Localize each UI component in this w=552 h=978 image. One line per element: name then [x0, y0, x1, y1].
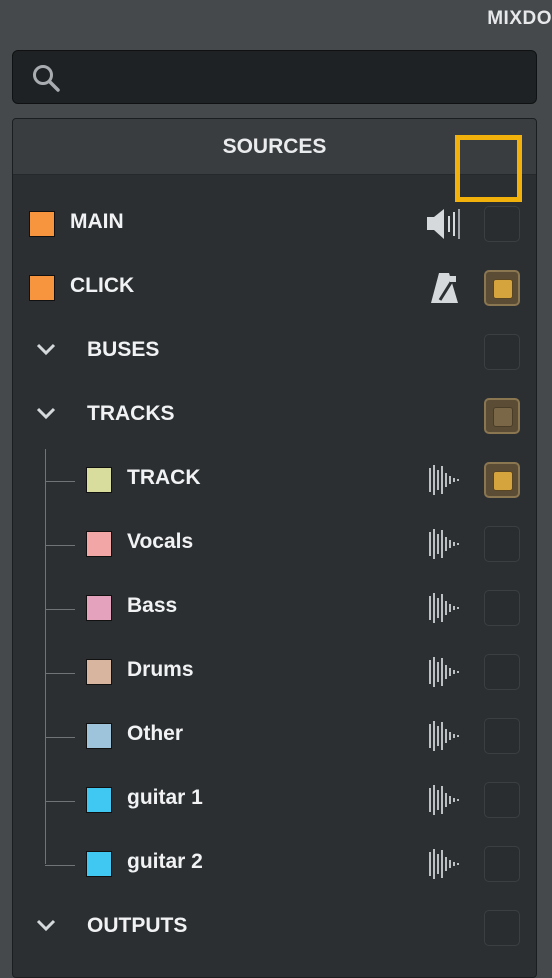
color-swatch — [86, 851, 112, 877]
track-checkbox[interactable] — [484, 462, 520, 498]
track-checkbox[interactable] — [484, 782, 520, 818]
focus-highlight — [455, 135, 522, 202]
color-swatch — [86, 531, 112, 557]
group-row-outputs[interactable]: OUTPUTS — [13, 896, 536, 960]
track-checkbox[interactable] — [484, 718, 520, 754]
sources-panel: SOURCES MAIN CLICK BUSES TRACKS TRACK Vo… — [12, 118, 537, 978]
waveform-icon — [429, 721, 459, 751]
track-label: Drums — [127, 658, 194, 681]
color-swatch — [86, 467, 112, 493]
waveform-icon — [429, 657, 459, 687]
track-row[interactable]: Vocals — [13, 512, 536, 576]
track-checkbox[interactable] — [484, 846, 520, 882]
tracks-checkbox[interactable] — [484, 398, 520, 434]
group-label: BUSES — [87, 338, 160, 361]
panel-title: SOURCES — [222, 134, 327, 158]
color-swatch — [86, 723, 112, 749]
checkbox-fill — [493, 407, 513, 427]
search-icon — [33, 65, 60, 92]
track-label: guitar 1 — [127, 786, 203, 809]
group-row-tracks[interactable]: TRACKS — [13, 384, 536, 448]
color-swatch — [86, 787, 112, 813]
waveform-icon — [429, 529, 459, 559]
track-label: TRACK — [127, 466, 201, 489]
app-title: MIXDO — [487, 8, 552, 29]
color-swatch — [29, 275, 55, 301]
source-label: CLICK — [70, 274, 135, 297]
track-label: Bass — [127, 594, 178, 617]
checkbox-fill — [493, 471, 513, 491]
group-label: TRACKS — [87, 402, 175, 425]
track-checkbox[interactable] — [484, 526, 520, 562]
click-checkbox[interactable] — [484, 270, 520, 306]
track-row[interactable]: guitar 1 — [13, 768, 536, 832]
track-checkbox[interactable] — [484, 654, 520, 690]
color-swatch — [86, 595, 112, 621]
search-box[interactable] — [12, 50, 537, 104]
source-label: MAIN — [70, 210, 124, 233]
track-row[interactable]: guitar 2 — [13, 832, 536, 896]
track-checkbox[interactable] — [484, 590, 520, 626]
buses-checkbox[interactable] — [484, 334, 520, 370]
track-label: Vocals — [127, 530, 194, 553]
track-label: Other — [127, 722, 184, 745]
group-row-buses[interactable]: BUSES — [13, 320, 536, 384]
metronome-icon — [431, 273, 458, 303]
track-row[interactable]: Other — [13, 704, 536, 768]
top-bar: MIXDO — [0, 0, 552, 40]
checkbox-fill — [493, 279, 513, 299]
main-checkbox[interactable] — [484, 206, 520, 242]
track-row[interactable]: Bass — [13, 576, 536, 640]
chevron-down-icon[interactable] — [35, 918, 57, 934]
track-row[interactable]: Drums — [13, 640, 536, 704]
color-swatch — [86, 659, 112, 685]
waveform-icon — [429, 849, 459, 879]
search-input[interactable] — [73, 61, 527, 95]
waveform-icon — [429, 593, 459, 623]
chevron-down-icon[interactable] — [35, 406, 57, 422]
group-label: OUTPUTS — [87, 914, 188, 937]
speaker-icon — [427, 209, 460, 239]
source-row-click[interactable]: CLICK — [13, 256, 536, 320]
waveform-icon — [429, 465, 459, 495]
color-swatch — [29, 211, 55, 237]
track-label: guitar 2 — [127, 850, 203, 873]
track-row[interactable]: TRACK — [13, 448, 536, 512]
waveform-icon — [429, 785, 459, 815]
chevron-down-icon[interactable] — [35, 342, 57, 358]
outputs-checkbox[interactable] — [484, 910, 520, 946]
